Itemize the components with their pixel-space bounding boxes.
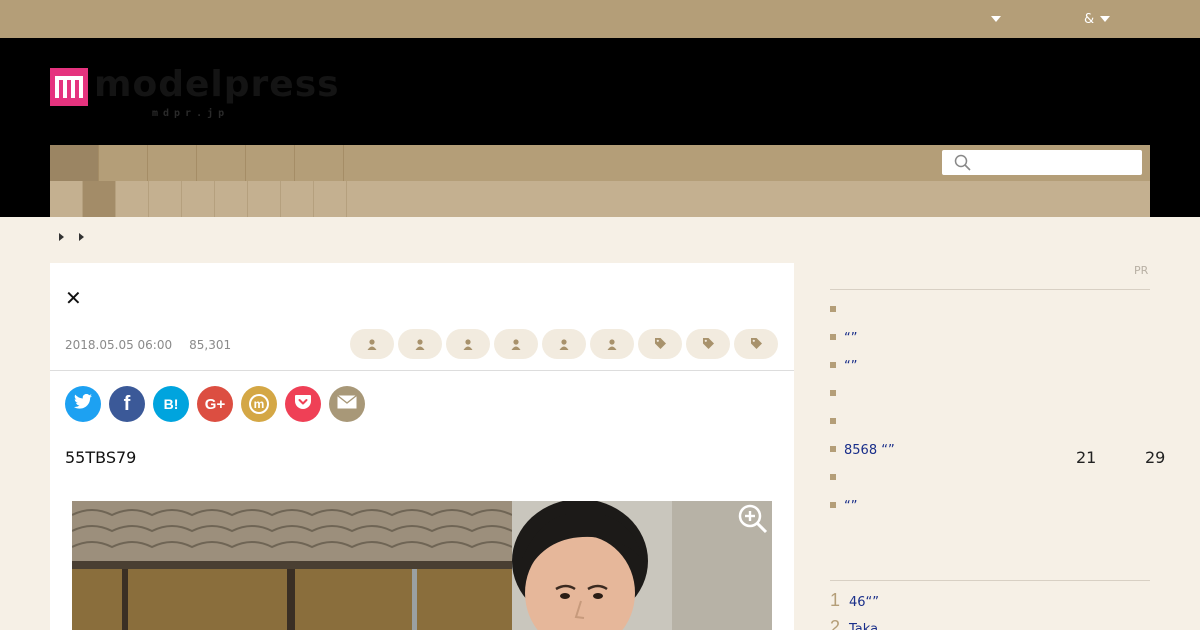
secondary-nav-item-3[interactable]	[116, 181, 149, 217]
breadcrumb	[59, 233, 84, 241]
ranking-title: Taka	[849, 622, 879, 630]
person-icon	[462, 335, 474, 354]
sidebar-list-item[interactable]: “”	[830, 492, 1150, 520]
secondary-nav-item-2[interactable]	[83, 181, 116, 217]
logo-wordmark: modelpress	[94, 64, 340, 105]
top-menu-dropdown-1[interactable]	[985, 0, 1001, 38]
primary-nav	[50, 145, 1150, 181]
sidebar-list-item[interactable]	[830, 464, 1150, 492]
close-icon[interactable]: ✕	[65, 288, 82, 308]
sidebar-list-item[interactable]	[830, 408, 1150, 436]
article-tags	[350, 329, 778, 359]
chevron-down-icon	[1100, 16, 1111, 22]
sidebar-divider	[830, 289, 1150, 290]
search-icon[interactable]	[954, 154, 972, 176]
tag-keyword[interactable]	[638, 329, 682, 359]
ranking-title: 46“”	[849, 595, 880, 610]
googleplus-icon: G+	[204, 395, 226, 413]
share-twitter-button[interactable]	[65, 386, 101, 422]
hatena-icon: B!	[163, 396, 179, 412]
article-card: ✕ 2018.05.05 06:00 85,301 f B! G+ m 55TB…	[50, 263, 794, 630]
person-icon	[414, 335, 426, 354]
share-pocket-button[interactable]	[285, 386, 321, 422]
secondary-nav-item-7[interactable]	[248, 181, 281, 217]
share-hatena-button[interactable]: B!	[153, 386, 189, 422]
person-icon	[558, 335, 570, 354]
pocket-icon	[294, 394, 312, 415]
secondary-nav-item-6[interactable]	[215, 181, 248, 217]
facebook-icon: f	[123, 392, 131, 415]
tag-person[interactable]	[542, 329, 586, 359]
tag-icon	[702, 335, 715, 354]
ranking-item[interactable]: 2 Taka	[830, 617, 878, 630]
mail-icon	[337, 394, 357, 414]
article-meta: 2018.05.05 06:00 85,301	[65, 338, 231, 352]
article-lead: 55TBS79	[65, 448, 137, 467]
sidebar-divider	[830, 580, 1150, 581]
primary-nav-item-1[interactable]	[50, 145, 99, 181]
search-input[interactable]	[976, 153, 1136, 172]
share-mail-button[interactable]	[329, 386, 365, 422]
secondary-nav-item-1[interactable]	[50, 181, 83, 217]
twitter-icon	[74, 393, 92, 414]
site-header: modelpress mdpr.jp	[0, 38, 1200, 217]
secondary-nav-item-8[interactable]	[281, 181, 314, 217]
sidebar-list-item[interactable]: “”	[830, 352, 1150, 380]
article-view-count: 85,301	[189, 338, 232, 352]
secondary-nav-item-5[interactable]	[182, 181, 215, 217]
primary-nav-item-6[interactable]	[295, 145, 344, 181]
article-photo-illustration	[72, 501, 772, 630]
ranking-number: 2	[830, 617, 841, 630]
pr-label: PR	[1134, 264, 1149, 277]
logo-m-icon	[50, 68, 88, 106]
top-utility-bar: &	[0, 0, 1200, 38]
primary-nav-item-4[interactable]	[197, 145, 246, 181]
ranking-number: 1	[830, 590, 841, 610]
share-buttons: f B! G+ m	[65, 386, 365, 422]
share-mixi-button[interactable]: m	[241, 386, 277, 422]
tag-person[interactable]	[398, 329, 442, 359]
tag-person[interactable]	[590, 329, 634, 359]
sidebar-article-list: “” “” 8568 “” “”	[830, 296, 1150, 520]
primary-nav-item-2[interactable]	[99, 145, 148, 181]
search-box	[942, 150, 1142, 175]
tag-keyword[interactable]	[686, 329, 730, 359]
mixi-icon: m	[249, 394, 269, 414]
tag-person[interactable]	[446, 329, 490, 359]
site-logo[interactable]: modelpress mdpr.jp	[50, 64, 339, 128]
article-divider	[50, 370, 794, 371]
secondary-nav-item-9[interactable]	[314, 181, 347, 217]
person-icon	[606, 335, 618, 354]
breadcrumb-arrow-icon[interactable]	[59, 233, 64, 241]
sidebar-list-item[interactable]: “”	[830, 324, 1150, 352]
secondary-nav-item-4[interactable]	[149, 181, 182, 217]
sidebar-list-item[interactable]: 8568 “”	[830, 436, 1150, 464]
sidebar-list-item[interactable]	[830, 296, 1150, 324]
person-icon	[366, 335, 378, 354]
share-facebook-button[interactable]: f	[109, 386, 145, 422]
top-menu-label-2: &	[1084, 11, 1095, 27]
article-date: 2018.05.05 06:00	[65, 338, 173, 352]
article-photo[interactable]	[72, 501, 772, 630]
tag-keyword[interactable]	[734, 329, 778, 359]
logo-subtext: mdpr.jp	[152, 108, 230, 119]
top-menu-dropdown-2[interactable]: &	[1084, 0, 1111, 38]
tag-person[interactable]	[494, 329, 538, 359]
tag-icon	[654, 335, 667, 354]
sidebar-number-a: 21	[1076, 448, 1097, 467]
breadcrumb-arrow-icon[interactable]	[79, 233, 84, 241]
sidebar-number-b: 29	[1145, 448, 1166, 467]
tag-icon	[750, 335, 763, 354]
ranking-item[interactable]: 1 46“”	[830, 590, 879, 611]
primary-nav-item-5[interactable]	[246, 145, 295, 181]
tag-person[interactable]	[350, 329, 394, 359]
primary-nav-item-3[interactable]	[148, 145, 197, 181]
chevron-down-icon	[991, 16, 1001, 22]
zoom-in-icon[interactable]	[738, 504, 768, 538]
person-icon	[510, 335, 522, 354]
share-googleplus-button[interactable]: G+	[197, 386, 233, 422]
secondary-nav	[50, 181, 1150, 217]
sidebar-list-item[interactable]	[830, 380, 1150, 408]
